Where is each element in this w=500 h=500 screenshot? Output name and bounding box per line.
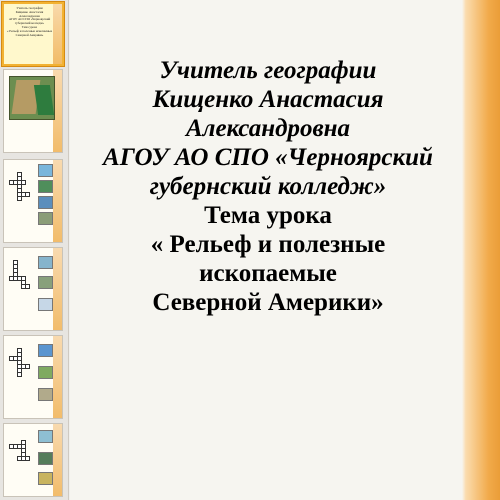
thumbnail-decoration xyxy=(53,248,62,330)
teacher-name: Кищенко Анастасия Александровна xyxy=(152,86,384,142)
lesson-topic-line-2: Северной Америки» xyxy=(152,289,384,316)
thumbnail-photo xyxy=(38,212,53,225)
slides-sidebar: Учитель географии Кищенко Анастасия Алек… xyxy=(0,0,69,500)
thumbnail-photo xyxy=(38,180,53,193)
lesson-topic-line-1: « Рельеф и полезные ископаемые xyxy=(150,231,386,287)
slide-title-text: Учитель географии Кищенко Анастасия Алек… xyxy=(88,56,448,317)
thumbnail-photo xyxy=(38,164,53,177)
thumbnail-decoration xyxy=(53,424,62,496)
thumbnail-photo xyxy=(38,196,53,209)
thumbnail-decoration xyxy=(53,336,62,418)
map-thumbnail-image xyxy=(9,76,55,120)
institution-line-1: АГОУ АО СПО «Черноярский xyxy=(103,144,433,171)
crossword-thumbnail xyxy=(9,260,31,294)
thumbnail-photo xyxy=(38,472,53,485)
thumbnail-photo xyxy=(38,388,53,401)
slide-decorative-band xyxy=(462,0,500,500)
slide-thumbnail-1[interactable]: Учитель географии Кищенко Анастасия Алек… xyxy=(4,4,62,64)
slide-thumbnail-3[interactable] xyxy=(4,160,62,242)
slide-thumbnail-6[interactable] xyxy=(4,424,62,496)
slide-thumbnail-4[interactable] xyxy=(4,248,62,330)
thumbnail-photo xyxy=(38,452,53,465)
lesson-topic-label: Тема урока xyxy=(204,202,332,229)
thumbnail-photo xyxy=(38,298,53,311)
slide-thumbnail-2[interactable] xyxy=(4,70,62,152)
slide-thumbnail-5[interactable] xyxy=(4,336,62,418)
thumbnail-photo xyxy=(38,276,53,289)
thumbnail-decoration xyxy=(53,160,62,242)
crossword-thumbnail xyxy=(9,172,31,206)
thumbnail-line-7: Северной Америки» xyxy=(15,32,44,37)
thumbnail-text: Учитель географии Кищенко Анастасия Алек… xyxy=(6,6,53,37)
crossword-thumbnail xyxy=(9,436,31,470)
thumbnail-photo xyxy=(38,366,53,379)
thumbnail-photo xyxy=(38,430,53,443)
thumbnail-decoration xyxy=(53,4,62,64)
thumbnail-photo xyxy=(38,344,53,357)
institution-line-2: губернский колледж» xyxy=(149,173,387,200)
teacher-role: Учитель географии xyxy=(159,57,377,84)
thumbnail-photo xyxy=(38,256,53,269)
crossword-thumbnail xyxy=(9,348,31,382)
